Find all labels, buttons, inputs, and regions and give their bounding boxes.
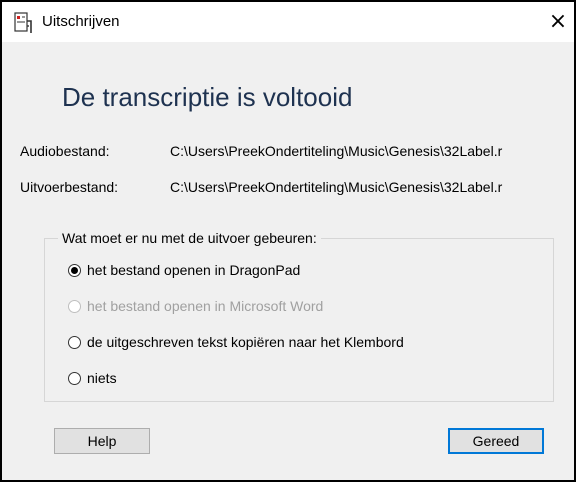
radio-button[interactable] bbox=[68, 371, 81, 385]
radio-label: het bestand openen in Microsoft Word bbox=[87, 298, 324, 314]
title-bar: Uitschrijven × bbox=[2, 2, 574, 42]
document-app-icon bbox=[14, 12, 34, 34]
output-file-path: C:\Users\PreekOndertiteling\Music\Genesi… bbox=[170, 179, 503, 195]
radio-label: de uitgeschreven tekst kopiëren naar het… bbox=[87, 334, 404, 350]
radio-label: het bestand openen in DragonPad bbox=[87, 262, 301, 278]
radio-label: niets bbox=[87, 370, 117, 386]
close-icon[interactable]: × bbox=[544, 8, 572, 36]
radio-button[interactable] bbox=[68, 335, 81, 349]
dialog-window: Uitschrijven × De transcriptie is voltoo… bbox=[0, 0, 576, 482]
radio-copy-clipboard[interactable]: de uitgeschreven tekst kopiëren naar het… bbox=[68, 332, 404, 352]
radio-button[interactable] bbox=[68, 263, 81, 277]
radio-nothing[interactable]: niets bbox=[68, 368, 117, 388]
help-button[interactable]: Help bbox=[54, 428, 150, 454]
window-title: Uitschrijven bbox=[42, 13, 120, 30]
group-legend: Wat moet er nu met de uitvoer gebeuren: bbox=[58, 230, 321, 246]
radio-button bbox=[68, 299, 81, 313]
audio-file-label: Audiobestand: bbox=[20, 143, 110, 159]
audio-file-path: C:\Users\PreekOndertiteling\Music\Genesi… bbox=[170, 143, 503, 159]
done-button[interactable]: Gereed bbox=[448, 428, 544, 454]
page-title: De transcriptie is voltooid bbox=[62, 82, 353, 112]
output-file-label: Uitvoerbestand: bbox=[20, 179, 119, 195]
radio-open-dragonpad[interactable]: het bestand openen in DragonPad bbox=[68, 260, 300, 280]
radio-open-word: het bestand openen in Microsoft Word bbox=[68, 296, 323, 316]
